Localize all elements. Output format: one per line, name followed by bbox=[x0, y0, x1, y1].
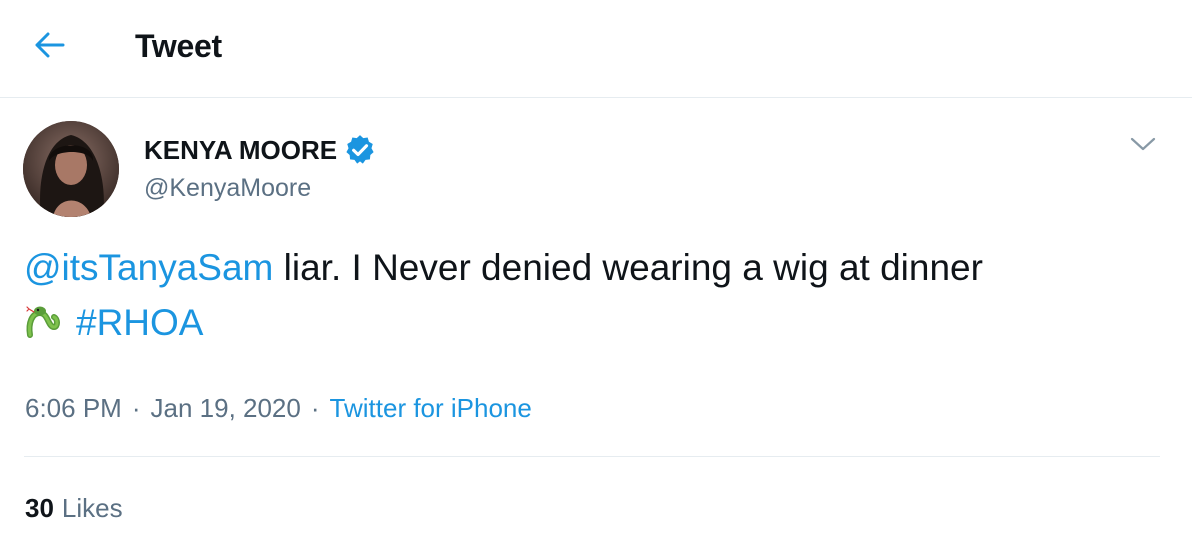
verified-badge-icon bbox=[343, 133, 377, 167]
author-name[interactable]: KENYA MOORE bbox=[144, 132, 337, 168]
mention-link[interactable]: @itsTanyaSam bbox=[24, 247, 273, 288]
tweet-meta: 6:06 PM · Jan 19, 2020 · Twitter for iPhone bbox=[25, 388, 532, 428]
divider bbox=[24, 456, 1160, 457]
likes-link[interactable]: 30 Likes bbox=[25, 488, 123, 528]
tweet-text: @itsTanyaSam liar. I Never denied wearin… bbox=[24, 240, 1164, 350]
more-options-button[interactable] bbox=[1123, 128, 1163, 164]
author-handle[interactable]: @KenyaMoore bbox=[144, 170, 311, 206]
snake-emoji-icon bbox=[24, 301, 64, 341]
author-name-row[interactable]: KENYA MOORE bbox=[144, 132, 377, 168]
tweet-date[interactable]: Jan 19, 2020 bbox=[151, 393, 301, 423]
chevron-down-icon bbox=[1129, 135, 1157, 158]
page-header: Tweet bbox=[0, 0, 1192, 98]
tweet-body-text: liar. I Never denied wearing a wig at di… bbox=[273, 247, 983, 288]
likes-count: 30 bbox=[25, 493, 54, 523]
hashtag-link[interactable]: #RHOA bbox=[76, 302, 203, 343]
avatar-image bbox=[23, 121, 119, 217]
meta-separator: · bbox=[310, 393, 320, 423]
likes-label: Likes bbox=[61, 493, 123, 523]
avatar[interactable] bbox=[23, 121, 119, 217]
arrow-left-icon bbox=[35, 32, 65, 63]
meta-separator: · bbox=[131, 393, 141, 423]
source-link[interactable]: Twitter for iPhone bbox=[330, 393, 532, 423]
page-title: Tweet bbox=[135, 28, 222, 64]
back-button[interactable] bbox=[20, 22, 80, 72]
tweet-time[interactable]: 6:06 PM bbox=[25, 393, 122, 423]
